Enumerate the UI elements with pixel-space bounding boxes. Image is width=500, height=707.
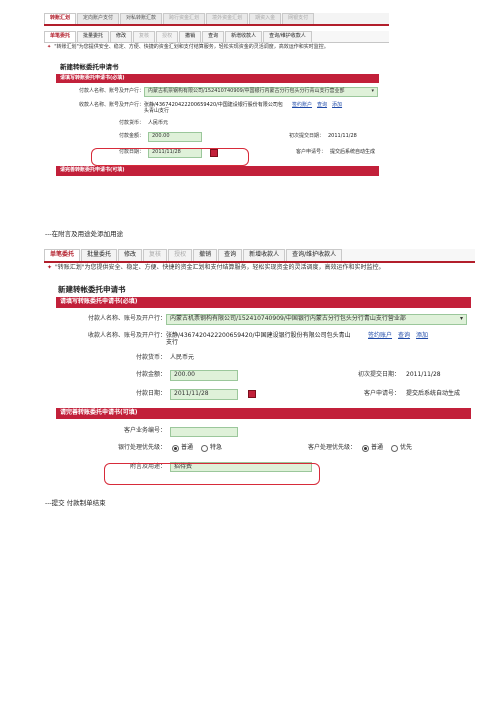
tab-transfer[interactable]: 转账汇划 <box>44 13 77 24</box>
tab-authorize[interactable]: 授权 <box>156 30 179 42</box>
tab-modify[interactable]: 修改 <box>110 30 133 42</box>
tab-futures[interactable]: 期资入金 <box>249 13 282 24</box>
client-priority-option-label: 优先 <box>400 443 413 451</box>
bank-urgent-radio[interactable] <box>201 444 209 452</box>
sub-nav-tabs: 单笔委托 批量委托 修改 复核 授权 撤销 查询 新增收款人 查询/维护收款人 <box>44 249 475 263</box>
amount-label: 付款金额： <box>118 133 144 140</box>
client-normal-radio[interactable] <box>362 444 370 452</box>
payee-value: 张静/4367420422200659420/中国建设银行股份有限公司包头青山支… <box>166 332 351 347</box>
biz-no-label: 客户业务编号： <box>123 427 166 435</box>
tab-query[interactable]: 查询 <box>218 249 243 261</box>
bank-priority-label: 银行处理优先级： <box>117 443 166 451</box>
tab-manage-payee[interactable]: 查询/维护收款人 <box>286 249 343 261</box>
currency-value: 人民币元 <box>170 353 195 361</box>
sub-nav-tabs: 单笔委托 批量委托 修改 复核 授权 撤销 查询 新增收款人 查询/维护收款人 <box>44 30 389 43</box>
signed-account-link[interactable]: 签约账户 <box>368 332 392 340</box>
bank-normal-label: 普通 <box>181 443 194 451</box>
tab-batch[interactable]: 批量委托 <box>77 30 110 42</box>
pin-icon: ✦ <box>47 43 52 50</box>
amount-label: 付款金额： <box>135 370 166 378</box>
client-app-value: 提交后系统自动生成 <box>330 149 376 156</box>
currency-value: 人民币元 <box>148 119 169 126</box>
submit-date-value: 2011/11/28 <box>406 370 441 378</box>
currency-label: 付款货币： <box>135 353 166 361</box>
add-link[interactable]: 添加 <box>416 332 428 340</box>
payee-value: 张静/4367420422200659420/中国建设银行股份有限公司包头青山支… <box>144 102 283 114</box>
section-optional-header: 请完善转账委托申请书(可填) <box>56 407 471 419</box>
caption-submit: ---提交 付款制单结束 <box>45 499 106 507</box>
tab-manage-payee[interactable]: 查询/维护收款人 <box>263 30 312 42</box>
tab-authorize[interactable]: 授权 <box>168 249 193 261</box>
biz-no-input[interactable] <box>170 426 238 437</box>
tab-private-transfer[interactable]: 对私转账汇款 <box>120 13 163 24</box>
submit-date-value: 2011/11/28 <box>328 133 357 140</box>
tab-overseas[interactable]: 境外资金汇划 <box>206 13 249 24</box>
client-priority-label: 客户处理优先级： <box>308 443 357 451</box>
amount-input[interactable]: 200.00 <box>170 369 238 381</box>
payer-select[interactable]: 内蒙古机票钢构有限公司/152410740909/中国银行内蒙古分行包头分行青山… <box>144 87 378 98</box>
signed-account-link[interactable]: 签约账户 <box>292 102 312 109</box>
tab-interbank[interactable]: 跨行资金汇划 <box>163 13 206 24</box>
caption-add-remark: ---在附言及用途处添加用途 <box>45 230 124 238</box>
screenshot-bottom: 单笔委托 批量委托 修改 复核 授权 撤销 查询 新增收款人 查询/维护收款人 … <box>44 249 475 491</box>
tab-single[interactable]: 单笔委托 <box>44 30 77 42</box>
dropdown-arrow-icon: ▾ <box>371 88 374 95</box>
tab-review[interactable]: 复核 <box>133 30 156 42</box>
client-normal-label: 普通 <box>371 443 384 451</box>
section-required-header: 请填写转账委托申请书(必填) <box>56 73 379 84</box>
bank-normal-radio[interactable] <box>172 444 179 452</box>
tab-online-pay[interactable]: 网银支付 <box>282 13 315 24</box>
amount-highlight <box>91 148 249 166</box>
payee-label: 收款人名称、账号及开户行： <box>87 332 166 340</box>
query-link[interactable]: 查询 <box>398 332 410 340</box>
section-required-header: 请填写转账委托申请书(必填) <box>56 297 471 309</box>
section-optional-header: 请完善转账委托申请书(可填) <box>56 165 379 176</box>
tab-cancel[interactable]: 撤销 <box>179 30 202 42</box>
tab-single[interactable]: 单笔委托 <box>44 249 81 261</box>
form-title: 新建转帐委托申请书 <box>60 63 119 72</box>
tab-query[interactable]: 查询 <box>202 30 225 42</box>
notice-text: ✦ "转账汇划"为您提供安全、稳定、方便、快捷的资金汇划和支付结算服务，轻松实现… <box>44 262 475 274</box>
client-app-label: 客户申请号： <box>363 389 400 397</box>
payer-label: 付款人名称、账号及开户行： <box>87 315 166 323</box>
tab-directed-payment[interactable]: 定向账户支付 <box>77 13 120 24</box>
pay-date-label: 付款日期： <box>135 389 166 397</box>
tab-modify[interactable]: 修改 <box>118 249 143 261</box>
dropdown-arrow-icon: ▾ <box>459 315 463 323</box>
form-title: 新建转帐委托申请书 <box>58 284 126 294</box>
query-link[interactable]: 查询 <box>317 102 327 109</box>
tab-add-payee[interactable]: 新增收款人 <box>225 30 263 42</box>
submit-date-label: 初次提交日期： <box>357 370 400 378</box>
amount-input[interactable]: 200.00 <box>148 132 202 143</box>
currency-label: 付款货币： <box>118 119 144 126</box>
submit-date-label: 初次提交日期： <box>288 133 324 140</box>
calendar-icon[interactable] <box>248 390 256 399</box>
payer-label: 付款人名称、账号及开户行： <box>78 88 144 95</box>
tab-review[interactable]: 复核 <box>143 249 168 261</box>
payee-label: 收款人名称、账号及开户行： <box>78 102 144 109</box>
client-app-value: 提交后系统自动生成 <box>406 389 461 397</box>
add-link[interactable]: 添加 <box>332 102 342 109</box>
tab-cancel[interactable]: 撤销 <box>193 249 218 261</box>
screenshot-top: 转账汇划 定向账户支付 对私转账汇款 跨行资金汇划 境外资金汇划 期资入金 网银… <box>44 13 389 205</box>
top-nav-tabs: 转账汇划 定向账户支付 对私转账汇款 跨行资金汇划 境外资金汇划 期资入金 网银… <box>44 13 389 26</box>
tab-add-payee[interactable]: 新增收款人 <box>243 249 286 261</box>
notice-text: ✦ "转账汇划"为您提供安全、稳定、方便、快捷的资金汇划和支付结算服务，轻松实现… <box>44 42 389 53</box>
client-priority-radio[interactable] <box>391 444 399 452</box>
bank-urgent-label: 特急 <box>210 443 223 451</box>
remark-highlight <box>104 463 320 485</box>
tab-batch[interactable]: 批量委托 <box>81 249 118 261</box>
payer-select[interactable]: 内蒙古机票钢构有限公司/152410740909/中国银行内蒙古分行包头分行青山… <box>166 314 467 326</box>
pin-icon: ✦ <box>47 263 53 271</box>
pay-date-input[interactable]: 2011/11/28 <box>170 388 238 400</box>
